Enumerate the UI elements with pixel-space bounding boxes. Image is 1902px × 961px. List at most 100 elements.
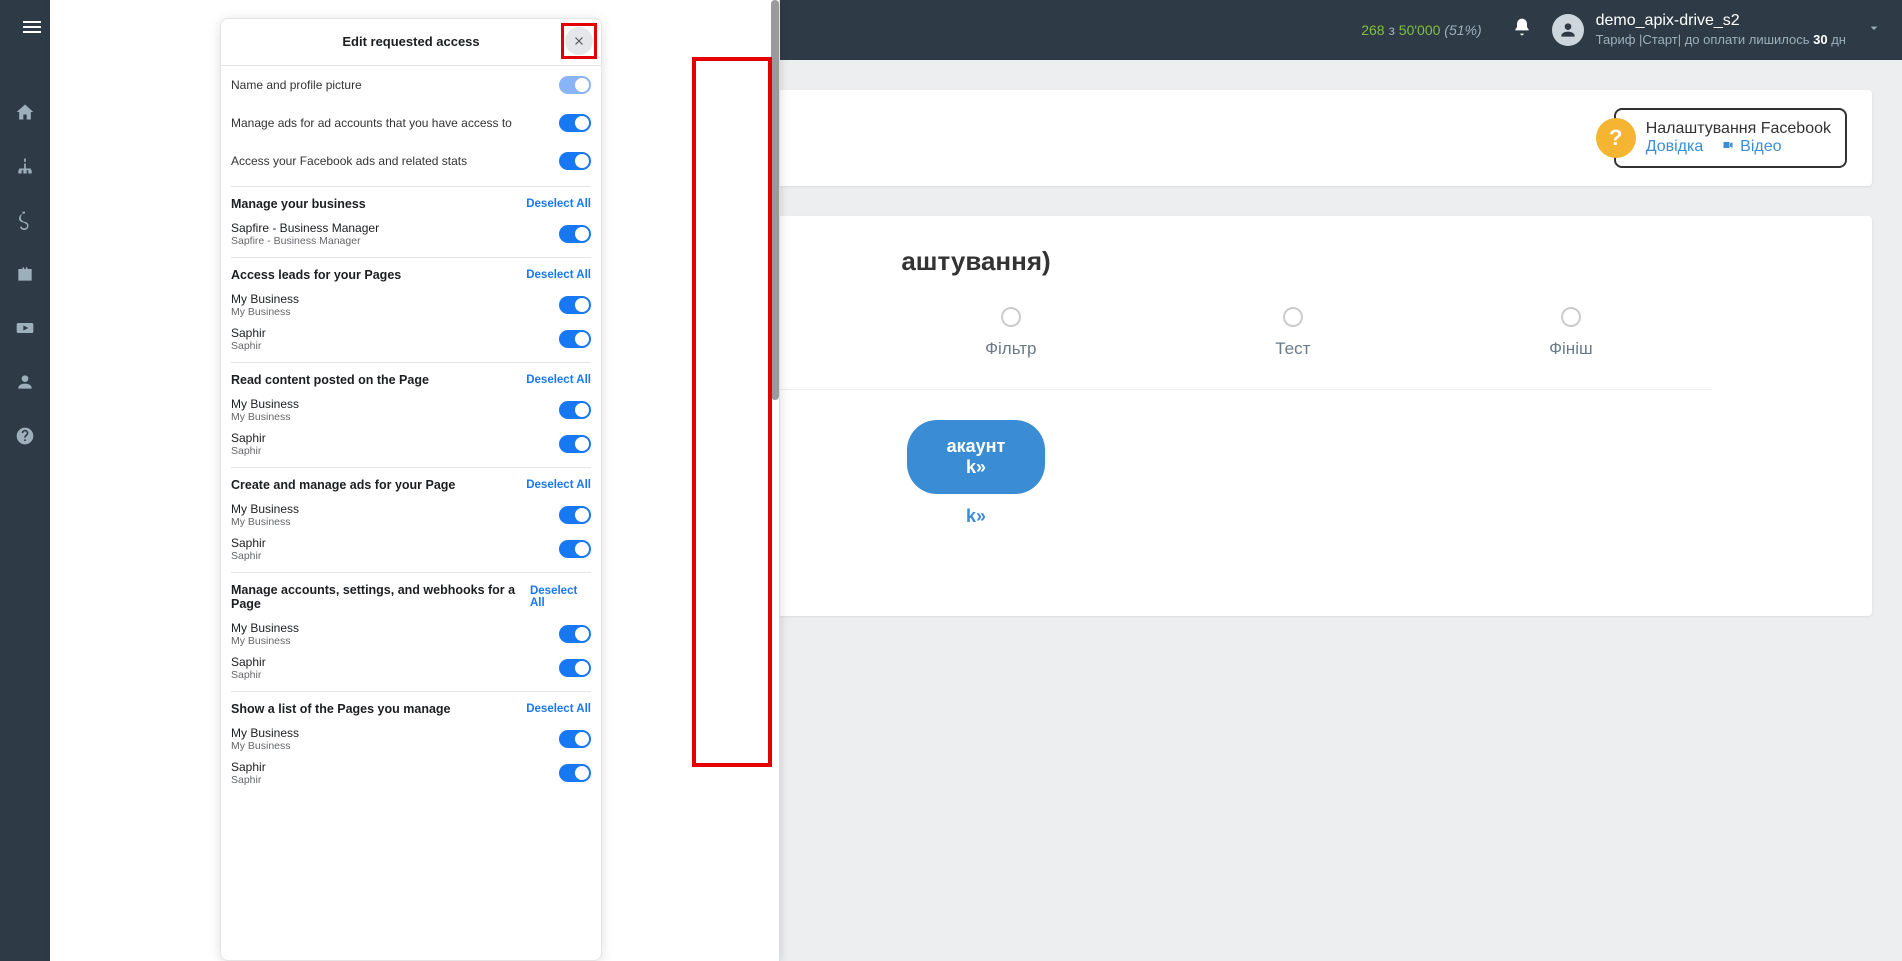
permission-item-row: My Business My Business bbox=[231, 617, 591, 651]
step-label: Тест bbox=[1275, 339, 1310, 359]
permission-toggle[interactable] bbox=[559, 506, 591, 524]
user-block[interactable]: demo_apix-drive_s2 Тариф |Старт| до опла… bbox=[1596, 11, 1846, 49]
user-avatar-icon[interactable] bbox=[1552, 14, 1584, 46]
modal-body: Name and profile picture Manage ads for … bbox=[221, 66, 601, 800]
item-sub: Saphir bbox=[231, 550, 266, 562]
deselect-all-link[interactable]: Deselect All bbox=[526, 374, 591, 386]
scrollbar-thumb[interactable] bbox=[771, 0, 779, 400]
modal-overlay: Edit requested access Name and profile p… bbox=[50, 0, 780, 961]
permission-row: Access your Facebook ads and related sta… bbox=[231, 142, 591, 180]
help-title: Налаштування Facebook bbox=[1646, 120, 1831, 138]
permission-item-row: Saphir Saphir bbox=[231, 532, 591, 566]
permission-item-row: My Business My Business bbox=[231, 288, 591, 322]
permission-toggle[interactable] bbox=[559, 659, 591, 677]
item-sub: Saphir bbox=[231, 669, 266, 681]
deselect-all-link[interactable]: Deselect All bbox=[526, 198, 591, 210]
section-title: Manage your business bbox=[231, 197, 366, 211]
sidebar-briefcase-icon[interactable] bbox=[13, 262, 37, 286]
item-name: Saphir bbox=[231, 431, 266, 445]
permission-section-header: Create and manage ads for your Page Dese… bbox=[231, 467, 591, 498]
permission-toggle[interactable] bbox=[559, 114, 591, 132]
notifications-bell-icon[interactable] bbox=[1512, 17, 1532, 43]
permission-toggle[interactable] bbox=[559, 152, 591, 170]
permission-section-header: Manage accounts, settings, and webhooks … bbox=[231, 572, 591, 617]
permissions-modal: Edit requested access Name and profile p… bbox=[220, 18, 602, 961]
permission-item-row: Saphir Saphir bbox=[231, 322, 591, 356]
permission-toggle[interactable] bbox=[559, 330, 591, 348]
permission-section-header: Manage your business Deselect All bbox=[231, 186, 591, 217]
section-title: Create and manage ads for your Page bbox=[231, 478, 455, 492]
usage-pct: (51%) bbox=[1440, 22, 1481, 38]
deselect-all-link[interactable]: Deselect All bbox=[526, 703, 591, 715]
permission-toggle[interactable] bbox=[559, 435, 591, 453]
wizard-step[interactable]: Фініш bbox=[1549, 307, 1593, 359]
wizard-step[interactable]: Тест bbox=[1275, 307, 1310, 359]
item-sub: Saphir bbox=[231, 445, 266, 457]
item-sub: My Business bbox=[231, 740, 299, 752]
item-name: Saphir bbox=[231, 536, 266, 550]
connect-account-button[interactable]: акаунтk» bbox=[907, 420, 1046, 494]
item-name: My Business bbox=[231, 502, 299, 516]
deselect-all-link[interactable]: Deselect All bbox=[526, 479, 591, 491]
modal-header: Edit requested access bbox=[221, 19, 601, 66]
item-sub: Saphir bbox=[231, 774, 266, 786]
sidebar-user-icon[interactable] bbox=[13, 370, 37, 394]
permission-section-header: Show a list of the Pages you manage Dese… bbox=[231, 691, 591, 722]
item-sub: My Business bbox=[231, 411, 299, 423]
usage-used: 268 bbox=[1361, 22, 1384, 38]
help-video-link[interactable]: Відео bbox=[1740, 138, 1781, 155]
item-sub: My Business bbox=[231, 635, 299, 647]
permission-label: Manage ads for ad accounts that you have… bbox=[231, 116, 512, 130]
permission-toggle[interactable] bbox=[559, 625, 591, 643]
permission-toggle[interactable] bbox=[559, 225, 591, 243]
item-name: My Business bbox=[231, 726, 299, 740]
usage-stats: 268 з 50'000 (51%) bbox=[1361, 22, 1481, 38]
permission-section-header: Access leads for your Pages Deselect All bbox=[231, 257, 591, 288]
step-label: Фініш bbox=[1549, 339, 1593, 359]
permission-toggle[interactable] bbox=[559, 730, 591, 748]
sidebar-sitemap-icon[interactable] bbox=[13, 154, 37, 178]
permission-row: Name and profile picture bbox=[231, 66, 591, 104]
permission-item-row: Sapfire - Business Manager Sapfire - Bus… bbox=[231, 217, 591, 251]
item-name: My Business bbox=[231, 621, 299, 635]
item-sub: Saphir bbox=[231, 340, 266, 352]
item-name: Saphir bbox=[231, 655, 266, 669]
item-name: Saphir bbox=[231, 326, 266, 340]
permission-item-row: Saphir Saphir bbox=[231, 427, 591, 461]
permission-item-row: Saphir Saphir bbox=[231, 651, 591, 685]
chevron-down-icon[interactable] bbox=[1866, 20, 1882, 41]
permission-toggle[interactable] bbox=[559, 76, 591, 94]
sidebar-home-icon[interactable] bbox=[13, 100, 37, 124]
deselect-all-link[interactable]: Deselect All bbox=[530, 585, 591, 609]
deselect-all-link[interactable]: Deselect All bbox=[526, 269, 591, 281]
item-name: My Business bbox=[231, 292, 299, 306]
permission-row: Manage ads for ad accounts that you have… bbox=[231, 104, 591, 142]
item-name: My Business bbox=[231, 397, 299, 411]
sidebar-help-icon[interactable] bbox=[13, 424, 37, 448]
user-name: demo_apix-drive_s2 bbox=[1596, 11, 1846, 32]
help-badge-box: ? Налаштування Facebook Довідка Відео bbox=[1614, 108, 1847, 168]
permission-item-row: My Business My Business bbox=[231, 393, 591, 427]
user-tariff: Тариф |Старт| до оплати лишилось 30 дн bbox=[1596, 32, 1846, 49]
section-title: Show a list of the Pages you manage bbox=[231, 702, 451, 716]
permission-toggle[interactable] bbox=[559, 296, 591, 314]
permission-toggle[interactable] bbox=[559, 764, 591, 782]
step-dot bbox=[1561, 307, 1581, 327]
help-doc-link[interactable]: Довідка bbox=[1646, 138, 1704, 155]
wizard-step[interactable]: Фільтр bbox=[985, 307, 1036, 359]
sidebar-youtube-icon[interactable] bbox=[13, 316, 37, 340]
permission-toggle[interactable] bbox=[559, 401, 591, 419]
permission-item-row: My Business My Business bbox=[231, 498, 591, 532]
hamburger-menu-icon[interactable] bbox=[20, 15, 44, 46]
section-title: Read content posted on the Page bbox=[231, 373, 429, 387]
close-button[interactable] bbox=[565, 27, 593, 55]
sidebar-dollar-icon[interactable] bbox=[13, 208, 37, 232]
permission-label: Name and profile picture bbox=[231, 78, 362, 92]
close-icon bbox=[572, 34, 586, 48]
usage-total: 50'000 bbox=[1399, 22, 1441, 38]
video-camera-icon bbox=[1720, 138, 1736, 156]
permission-toggle[interactable] bbox=[559, 540, 591, 558]
modal-title: Edit requested access bbox=[342, 34, 479, 49]
permission-item-row: Saphir Saphir bbox=[231, 756, 591, 790]
step-dot bbox=[1001, 307, 1021, 327]
